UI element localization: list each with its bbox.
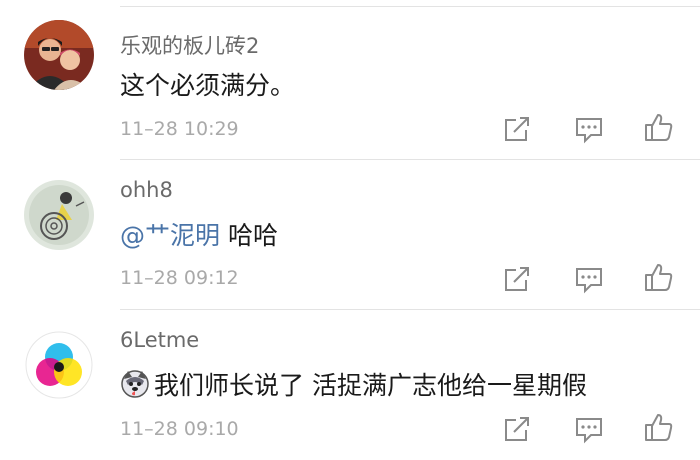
avatar[interactable] [24,330,94,400]
thumbs-up-icon[interactable] [642,110,676,144]
share-icon[interactable] [500,112,534,146]
mention-link[interactable]: @艹泥明 [120,221,220,250]
comment-icon[interactable] [572,262,606,296]
avatar[interactable] [24,180,94,250]
comment-text: 我们师长说了 活捉满广志他给一星期假 [120,366,587,402]
comment-text-body: 我们师长说了 活捉满广志他给一星期假 [154,371,587,400]
timestamp: 11–28 09:12 [120,267,239,289]
thumbs-up-icon[interactable] [642,410,676,444]
share-icon[interactable] [500,262,534,296]
comment-item: 乐观的板儿砖2 这个必须满分。 11–28 10:29 [0,0,700,160]
share-icon[interactable] [500,412,534,446]
comment-text: @艹泥明 哈哈 [120,216,278,252]
comment-text: 这个必须满分。 [120,71,296,100]
husky-dog-emoji-icon [120,369,150,399]
username[interactable]: 6Letme [120,328,199,352]
avatar[interactable] [24,20,94,90]
username[interactable]: ohh8 [120,178,173,202]
timestamp: 11–28 09:10 [120,418,239,440]
comment-item: 6Letme 我们师长说了 活捉满广志他给一星期假 11–28 09:10 [0,310,700,460]
username[interactable]: 乐观的板儿砖2 [120,30,259,60]
comment-text-body: 哈哈 [227,221,278,250]
thumbs-up-icon[interactable] [642,260,676,294]
comment-icon[interactable] [572,112,606,146]
comment-icon[interactable] [572,412,606,446]
comment-item: ohh8 @艹泥明 哈哈 11–28 09:12 [0,160,700,310]
timestamp: 11–28 10:29 [120,118,239,140]
